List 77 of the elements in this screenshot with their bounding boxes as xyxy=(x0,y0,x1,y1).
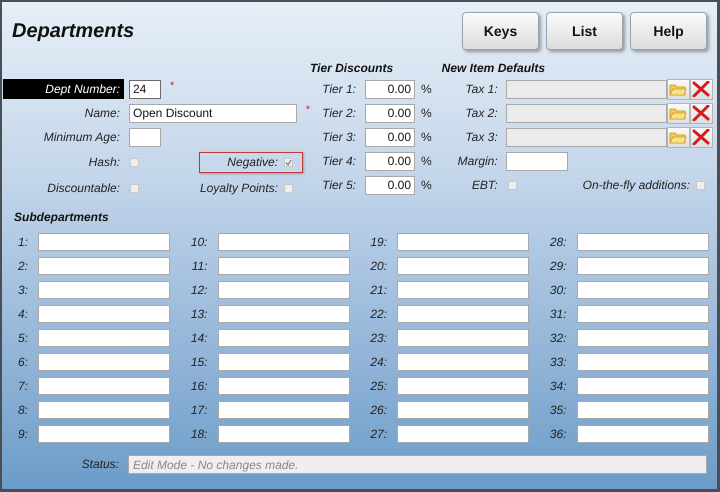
unit-label: % xyxy=(421,130,432,144)
status-label: Status: xyxy=(80,456,120,473)
field-label: 23: xyxy=(369,330,388,347)
field-label: 4: xyxy=(16,306,29,323)
toolbar-button[interactable]: Keys xyxy=(462,12,539,50)
field-label: 9: xyxy=(16,426,29,443)
field-label: 29: xyxy=(548,258,568,275)
dept-number-field[interactable]: 24 xyxy=(129,80,161,98)
toolbar-button[interactable]: Help xyxy=(630,12,707,50)
field-label: 8: xyxy=(16,402,29,419)
field-label: 34: xyxy=(548,378,568,395)
status-field: Edit Mode - No changes made. xyxy=(128,454,707,474)
tier-field[interactable]: 0.00 xyxy=(365,80,415,98)
field-label: 26: xyxy=(369,402,388,419)
field-label: 35: xyxy=(548,402,568,419)
field-label: 31: xyxy=(548,306,568,323)
field-label: 18: xyxy=(190,426,208,443)
unit-label: % xyxy=(421,106,432,120)
field-label: Margin: xyxy=(456,153,499,170)
field-label: 13: xyxy=(190,306,208,323)
tier-field[interactable]: 0.00 xyxy=(365,104,415,122)
field-label: Name: xyxy=(84,105,121,122)
field-label: Minimum Age: xyxy=(42,129,121,146)
field-label: 6: xyxy=(16,354,29,371)
unit-label: % xyxy=(421,178,432,192)
required-mark: * xyxy=(306,104,310,116)
field-label: 36: xyxy=(548,426,568,443)
field-label: 25: xyxy=(369,378,388,395)
field-label: 12: xyxy=(190,282,208,299)
required-mark: * xyxy=(170,80,174,92)
field-label: 21: xyxy=(369,282,388,299)
tier-field[interactable]: 0.00 xyxy=(365,128,415,146)
field-label: 17: xyxy=(190,402,208,419)
field-label: 30: xyxy=(548,282,568,299)
checkbox-label: EBT: xyxy=(470,177,499,194)
field-label: 7: xyxy=(16,378,29,395)
field-label: Tier 5: xyxy=(321,177,357,194)
field-label: Dept Number: xyxy=(3,79,124,99)
field-label: 11: xyxy=(190,258,208,275)
tier-field[interactable]: 0.00 xyxy=(365,152,415,170)
checkbox-label: Hash: xyxy=(88,154,121,171)
unit-label: % xyxy=(421,82,432,96)
field-label: Tier 1: xyxy=(321,81,357,98)
field-label: 10: xyxy=(190,234,208,251)
checkbox-label: Loyalty Points: xyxy=(200,181,278,195)
field-label: 33: xyxy=(548,354,568,371)
field-label: 32: xyxy=(548,330,568,347)
field-label: 15: xyxy=(190,354,208,371)
field-label: Tax 1: xyxy=(464,81,499,98)
checkbox-label: On-the-fly additions: xyxy=(582,178,690,192)
field-label: 3: xyxy=(16,282,29,299)
field-label: 14: xyxy=(190,330,208,347)
field-label: 27: xyxy=(369,426,388,443)
section-heading: New Item Defaults xyxy=(442,60,546,77)
field-label: 16: xyxy=(190,378,208,395)
field-label: Tax 2: xyxy=(464,105,499,122)
checkbox-label: Negative: xyxy=(227,155,278,169)
toolbar-button[interactable]: List xyxy=(546,12,623,50)
field-label: Tier 4: xyxy=(321,153,357,170)
field-label: 24: xyxy=(369,354,388,371)
field-label: 1: xyxy=(16,234,29,251)
field-label: Tier 3: xyxy=(321,129,357,146)
field-label: Tax 3: xyxy=(464,129,499,146)
tier-field[interactable]: 0.00 xyxy=(365,176,415,194)
section-heading: Subdepartments xyxy=(13,209,110,226)
section-heading: Tier Discounts xyxy=(310,60,394,77)
field-label: 20: xyxy=(369,258,388,275)
field-label: 22: xyxy=(369,306,388,323)
field-label: 28: xyxy=(548,234,568,251)
field-label: 5: xyxy=(16,330,29,347)
field-label: Tier 2: xyxy=(321,105,357,122)
unit-label: % xyxy=(421,154,432,168)
page-title: Departments xyxy=(12,20,134,43)
field-label: 19: xyxy=(369,234,388,251)
name-field[interactable]: Open Discount xyxy=(129,104,297,122)
checkbox-label: Discountable: xyxy=(46,180,121,197)
field-label: 2: xyxy=(16,258,29,275)
